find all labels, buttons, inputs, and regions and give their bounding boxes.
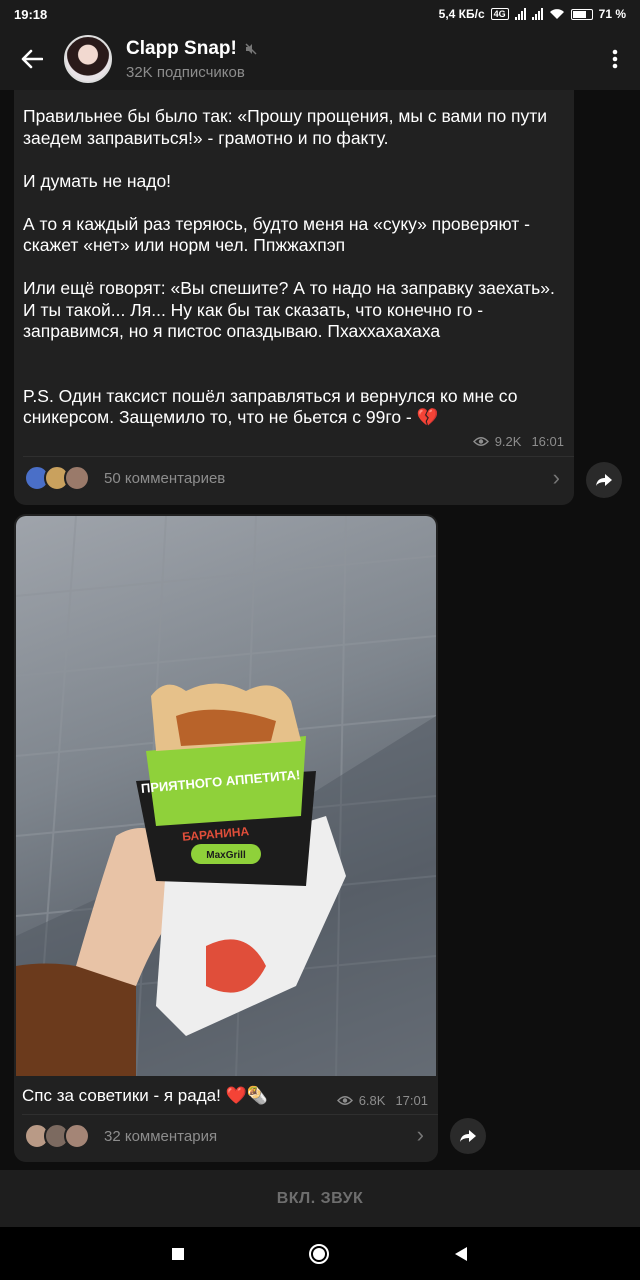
channel-title: Clapp Snap! xyxy=(126,37,237,59)
network-badge: 4G xyxy=(490,8,509,20)
signal-icon xyxy=(514,8,526,20)
post-meta: 9.2K 16:01 xyxy=(472,434,564,449)
recents-square-icon[interactable] xyxy=(171,1247,185,1261)
box-logo-text: MaxGrill xyxy=(206,850,246,861)
network-speed: 5,4 КБ/с xyxy=(438,7,485,21)
comments-label: 50 комментариев xyxy=(104,469,226,487)
post-time: 16:01 xyxy=(531,434,564,449)
back-arrow-icon xyxy=(21,49,43,69)
subscriber-count: 32K подписчиков xyxy=(126,63,245,81)
post-time: 17:01 xyxy=(395,1093,428,1108)
chat-header: Clapp Snap! 32K подписчиков xyxy=(0,28,640,90)
battery-percent: 71 % xyxy=(598,7,626,21)
wifi-icon xyxy=(549,9,564,19)
commenter-avatars xyxy=(24,1123,90,1149)
avatar xyxy=(64,1123,90,1149)
channel-avatar[interactable] xyxy=(64,35,112,83)
status-time: 19:18 xyxy=(14,6,48,22)
post-caption: Спс за советики - я рада! ❤️🌯 xyxy=(22,1086,268,1105)
views-eye-icon xyxy=(472,437,489,446)
views-eye-icon xyxy=(336,1096,353,1105)
post-photo[interactable]: ПРИЯТНОГО АППЕТИТА! БАРАНИНА MaxGrill xyxy=(16,516,436,1076)
shawarma-photo: ПРИЯТНОГО АППЕТИТА! БАРАНИНА MaxGrill xyxy=(16,516,436,1076)
post-meta: 6.8K 17:01 xyxy=(336,1093,428,1108)
comments-label: 32 комментария xyxy=(104,1127,218,1145)
battery-icon xyxy=(570,8,593,20)
views-count: 6.8K xyxy=(358,1093,386,1108)
commenter-avatars xyxy=(24,465,90,491)
share-button[interactable] xyxy=(450,1118,486,1154)
back-triangle-icon[interactable] xyxy=(453,1246,469,1262)
chevron-right-icon: › xyxy=(552,465,560,490)
chevron-right-icon: › xyxy=(416,1122,424,1147)
channel-post[interactable]: ПРИЯТНОГО АППЕТИТА! БАРАНИНА MaxGrill Сп… xyxy=(14,514,438,1162)
channel-info[interactable]: Clapp Snap! 32K подписчиков xyxy=(126,38,590,81)
unmute-button[interactable]: ВКЛ. ЗВУК xyxy=(0,1170,640,1227)
divider xyxy=(23,456,574,457)
views-count: 9.2K xyxy=(494,434,522,449)
more-vertical-icon xyxy=(612,49,618,69)
share-button[interactable] xyxy=(586,462,622,498)
comments-button[interactable]: 50 комментариев xyxy=(24,465,225,491)
comments-button[interactable]: 32 комментария xyxy=(24,1123,217,1149)
avatar xyxy=(64,465,90,491)
status-icons: 5,4 КБ/с 4G 71 % xyxy=(439,7,626,21)
back-button[interactable] xyxy=(0,28,64,90)
divider xyxy=(22,1114,438,1115)
system-navbar xyxy=(0,1227,640,1280)
post-text: Правильнее бы было так: «Прошу прощения,… xyxy=(23,106,555,427)
signal-2-icon xyxy=(531,8,543,20)
channel-post[interactable]: Правильнее бы было так: «Прошу прощения,… xyxy=(14,90,574,505)
share-arrow-icon xyxy=(460,1130,476,1142)
muted-speaker-icon xyxy=(245,42,257,55)
more-menu-button[interactable] xyxy=(590,28,640,90)
share-arrow-icon xyxy=(596,474,612,486)
status-bar: 19:18 5,4 КБ/с 4G 71 % xyxy=(0,0,640,28)
home-circle-icon[interactable] xyxy=(308,1243,330,1265)
